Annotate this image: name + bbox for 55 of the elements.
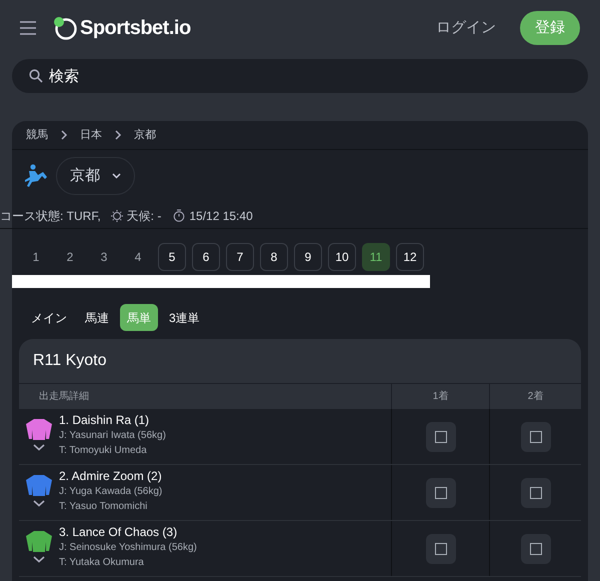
race-number-button[interactable]: 4 (124, 243, 152, 271)
menu-icon[interactable] (20, 21, 36, 35)
bet-type-tab[interactable]: メイン (24, 304, 74, 331)
horse-name: 2. Admire Zoom (2) (59, 468, 162, 484)
login-link[interactable]: ログイン (436, 16, 496, 40)
sun-icon (110, 210, 123, 222)
venue-dropdown[interactable]: 京都 (56, 157, 135, 195)
scroll-bar[interactable] (12, 275, 430, 288)
horse-name: 3. Lance Of Chaos (3) (59, 524, 178, 540)
race-number-button[interactable]: 1 (22, 243, 50, 271)
chevron-right-icon (114, 130, 122, 140)
breadcrumb-link[interactable]: 日本 (80, 126, 102, 144)
race-number-button[interactable]: 10 (328, 243, 356, 271)
start-time: 15/12 15:40 (189, 208, 253, 224)
race-number-button[interactable]: 8 (260, 243, 288, 271)
card-title: R11 Kyoto (32, 351, 108, 371)
race-number-button[interactable]: 11 (362, 243, 390, 271)
search-field[interactable]: 検索 (12, 59, 588, 93)
trainer-name: T: Yutaka Okumura (59, 556, 145, 570)
race-number-button[interactable]: 6 (192, 243, 220, 271)
column-header: 出走馬詳細 (38, 390, 90, 404)
race-number-button[interactable]: 2 (56, 243, 84, 271)
logo-icon (53, 16, 77, 40)
race-number-button[interactable]: 5 (158, 243, 186, 271)
chevron-right-icon (60, 130, 68, 140)
race-number-button[interactable]: 9 (294, 243, 322, 271)
expand-chevron-icon[interactable] (33, 444, 45, 451)
trainer-name: T: Yasuo Tomomichi (59, 500, 148, 514)
selection-checkbox[interactable] (530, 486, 542, 498)
bet-type-tab[interactable]: 馬連 (78, 304, 116, 331)
chevron-down-icon (112, 173, 121, 179)
race-number-button[interactable]: 3 (90, 243, 118, 271)
breadcrumb-link[interactable]: 京都 (134, 126, 156, 144)
race-number-button[interactable]: 7 (226, 243, 254, 271)
selection-checkbox[interactable] (434, 486, 446, 498)
horse-rider-icon (22, 164, 48, 188)
trainer-name: T: Tomoyuki Umeda (59, 444, 148, 458)
bet-type-tab[interactable]: 3連単 (162, 304, 207, 331)
jockey-name: J: Yuga Kawada (56kg) (59, 485, 162, 499)
selection-checkbox[interactable] (530, 542, 542, 554)
selection-checkbox[interactable] (530, 430, 542, 442)
selection-checkbox[interactable] (434, 542, 446, 554)
timer-icon (173, 209, 186, 222)
jockey-name: J: Seinosuke Yoshimura (56kg) (59, 541, 197, 555)
expand-chevron-icon[interactable] (33, 556, 45, 563)
selection-checkbox[interactable] (434, 430, 446, 442)
expand-chevron-icon[interactable] (33, 500, 45, 507)
course-condition: コース状態: TURF, (0, 208, 101, 224)
race-number-button[interactable]: 12 (396, 243, 424, 271)
weather: 天候: - (126, 208, 162, 224)
jockey-name: J: Yasunari Iwata (56kg) (59, 429, 166, 443)
horse-name: 1. Daishin Ra (1) (59, 412, 150, 428)
search-icon (29, 69, 43, 83)
logo-text: Sportsbet.io (80, 16, 191, 41)
breadcrumb-link[interactable]: 競馬 (26, 126, 48, 144)
